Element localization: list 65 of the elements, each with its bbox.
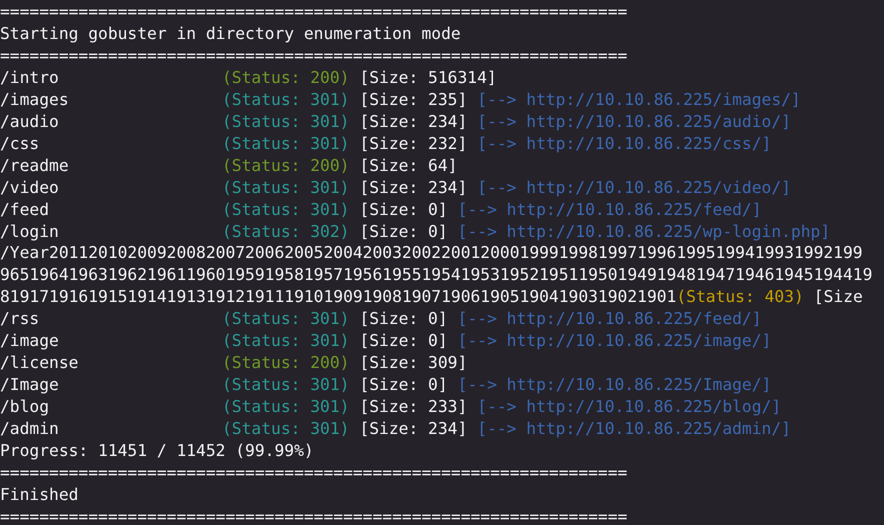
size-text: [Size xyxy=(814,286,863,308)
path-text: /image xyxy=(0,330,60,352)
size-text: [Size: 64] xyxy=(359,154,458,177)
status-text: (Status: 301) xyxy=(222,88,350,111)
status-text: (Status: 301) xyxy=(222,110,350,133)
path-text: /license xyxy=(0,352,80,374)
size-text: [Size: 233] xyxy=(359,396,468,418)
path-text: /admin xyxy=(0,418,60,440)
size-text: [Size: 0] xyxy=(359,220,448,242)
terminal-line: Finished xyxy=(0,484,78,506)
terminal-line: 96519641963196219611960195919581957195619551954195319521951195019491948194719461945194419 xyxy=(0,264,872,286)
path-text: /Image xyxy=(0,374,60,396)
terminal-line: ================================================================ xyxy=(0,44,628,67)
size-text: [Size: 234] xyxy=(359,418,468,440)
path-text: /readme xyxy=(0,154,70,177)
status-text: (Status: 301) xyxy=(222,396,350,418)
redirect-text: [--> http://10.10.86.225/Image/] xyxy=(458,374,772,396)
redirect-text: [--> http://10.10.86.225/feed/] xyxy=(458,198,762,221)
redirect-text: [--> http://10.10.86.225/blog/] xyxy=(477,396,782,418)
path-text: /css xyxy=(0,132,40,155)
size-text: [Size: 0] xyxy=(359,374,448,396)
path-text: /login xyxy=(0,220,60,242)
size-text: [Size: 235] xyxy=(359,88,468,111)
size-text: [Size: 232] xyxy=(359,132,468,155)
status-text: (Status: 403) xyxy=(676,286,804,308)
status-text: (Status: 301) xyxy=(222,132,350,155)
size-text: [Size: 516314] xyxy=(359,66,497,89)
path-text: /audio xyxy=(0,110,60,133)
status-text: (Status: 200) xyxy=(222,352,350,374)
status-text: (Status: 301) xyxy=(222,308,350,330)
path-text: /blog xyxy=(0,396,50,418)
size-text: [Size: 234] xyxy=(359,110,468,133)
terminal-line: ================================================================ xyxy=(0,1,628,23)
status-text: (Status: 200) xyxy=(222,154,350,177)
redirect-text: [--> http://10.10.86.225/audio/] xyxy=(477,110,791,133)
path-text: /video xyxy=(0,176,60,199)
size-text: [Size: 309] xyxy=(359,352,468,374)
size-text: [Size: 0] xyxy=(359,308,448,330)
terminal-line: /Year20112010200920082007200620052004200320022001200019991998199719961995199419931992199 xyxy=(0,242,863,264)
redirect-text: [--> http://10.10.86.225/css/] xyxy=(477,132,772,155)
terminal-line: ================================================================ xyxy=(0,462,628,484)
redirect-text: [--> http://10.10.86.225/admin/] xyxy=(477,418,791,440)
redirect-text: [--> http://10.10.86.225/image/] xyxy=(458,330,772,352)
terminal-line: Progress: 11451 / 11452 (99.99%) xyxy=(0,440,314,462)
status-text: (Status: 301) xyxy=(222,176,350,199)
status-text: (Status: 301) xyxy=(222,374,350,396)
size-text: [Size: 0] xyxy=(359,198,448,221)
path-text: /images xyxy=(0,88,70,111)
status-text: (Status: 200) xyxy=(222,66,350,89)
status-text: (Status: 301) xyxy=(222,198,350,221)
redirect-text: [--> http://10.10.86.225/images/] xyxy=(477,88,801,111)
redirect-text: [--> http://10.10.86.225/wp-login.php] xyxy=(458,220,830,242)
size-text: [Size: 234] xyxy=(359,176,468,199)
path-text: /intro xyxy=(0,66,60,89)
status-text: (Status: 301) xyxy=(222,418,350,440)
terminal-line: ================================================================ xyxy=(0,506,628,525)
status-text: (Status: 301) xyxy=(222,330,350,352)
redirect-text: [--> http://10.10.86.225/feed/] xyxy=(458,308,762,330)
size-text: [Size: 0] xyxy=(359,330,448,352)
redirect-text: [--> http://10.10.86.225/video/] xyxy=(477,176,791,199)
status-text: (Status: 302) xyxy=(222,220,350,242)
path-text: 819171916191519141913191219111910190919081907190619051904190319021901 xyxy=(0,286,676,308)
terminal-line: Starting gobuster in directory enumeration mode xyxy=(0,22,461,45)
path-text: /rss xyxy=(0,308,40,330)
path-text: /feed xyxy=(0,198,50,221)
